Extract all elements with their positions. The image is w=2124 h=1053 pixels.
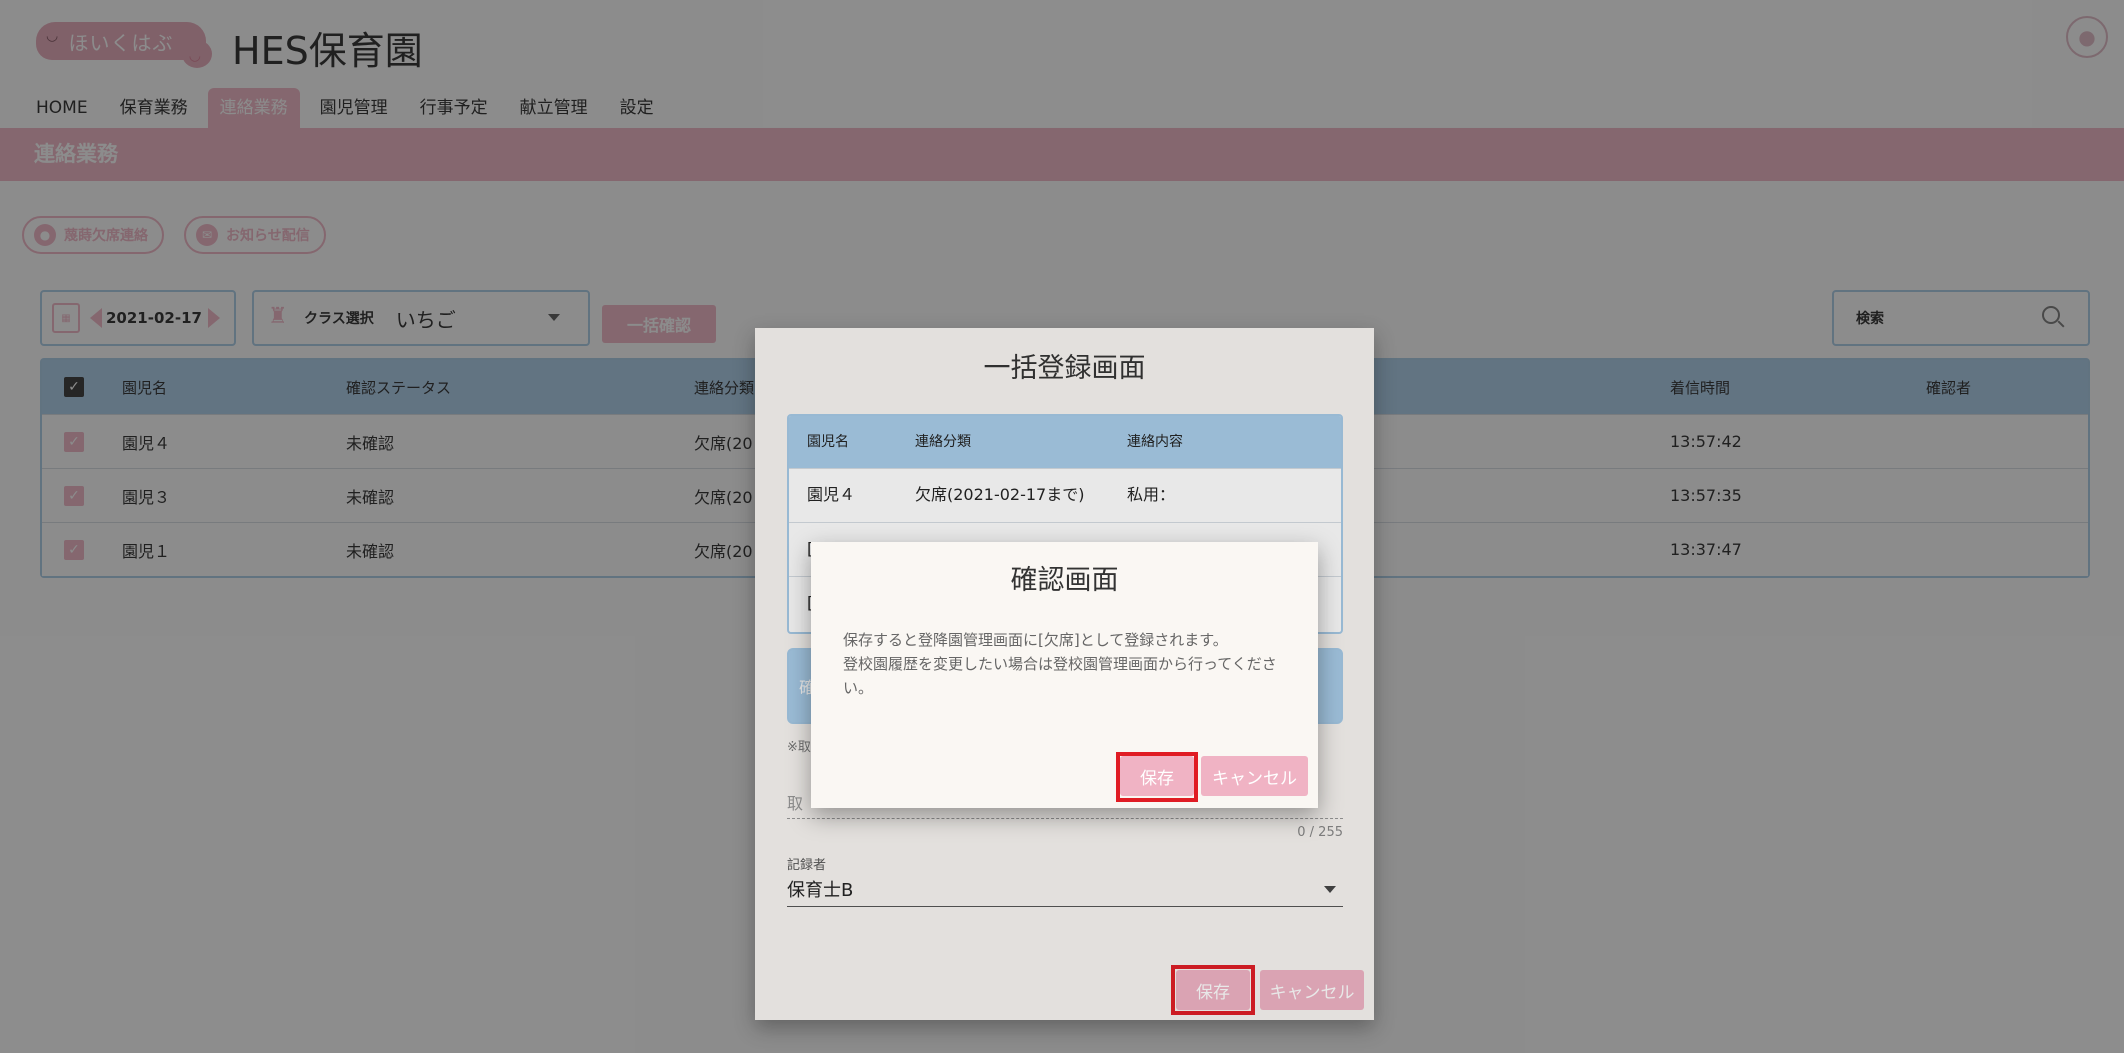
confirm-dialog-title: 確認画面	[1010, 565, 1119, 596]
confirm-cancel-button[interactable]: キャンセル	[1201, 756, 1308, 796]
smile-icon: ◡	[188, 48, 202, 64]
highlight-box	[1116, 752, 1198, 802]
confirm-dialog-message: 保存すると登降園管理画面に[欠席]として登録されます。 登校園履歴を変更したい場…	[843, 631, 1277, 697]
modal-overlay-2	[0, 0, 2124, 1053]
confirm-dialog: 確認画面 保存すると登降園管理画面に[欠席]として登録されます。 登校園履歴を変…	[811, 542, 1318, 808]
